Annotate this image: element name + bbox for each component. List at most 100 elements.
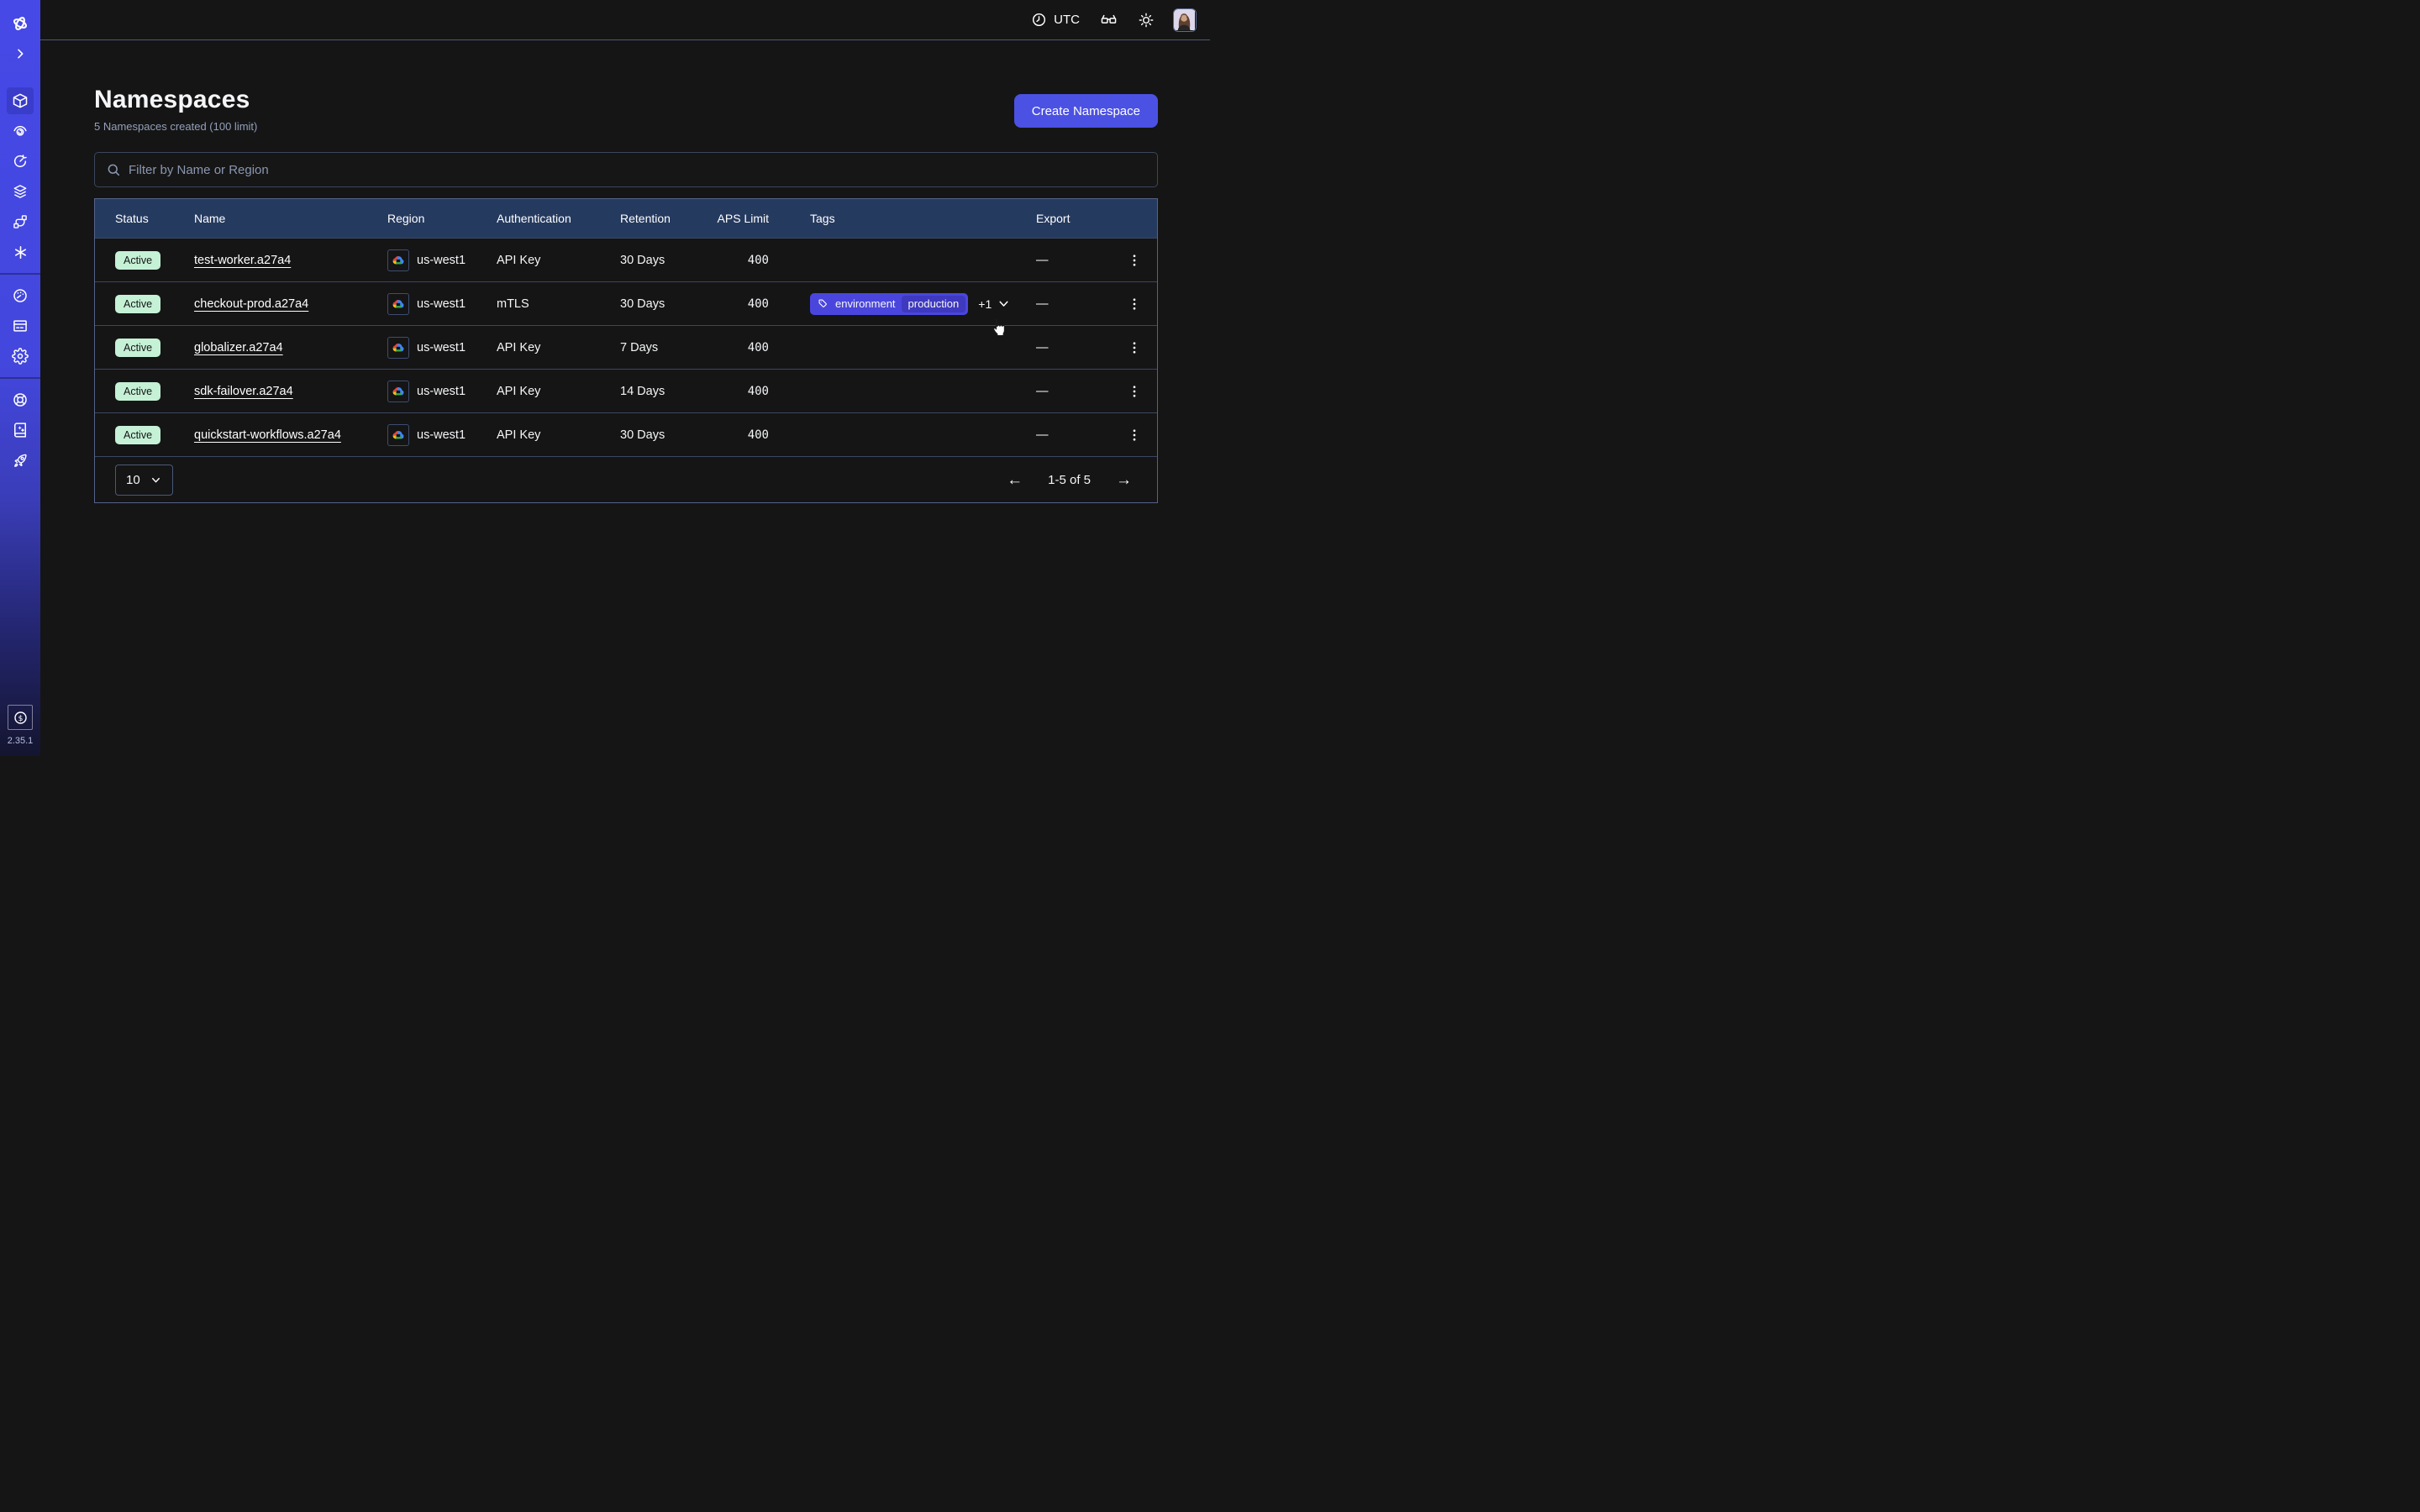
export-value: — [1036, 254, 1121, 267]
sidebar-item-nexus[interactable] [0, 239, 40, 265]
tag-icon [818, 298, 829, 310]
main-content: Namespaces 5 Namespaces created (100 lim… [40, 40, 1210, 756]
sidebar-item-getting-started[interactable] [0, 447, 40, 474]
app-version: 2.35.1 [8, 736, 34, 746]
page-title: Namespaces [94, 86, 257, 114]
col-export: Export [1036, 212, 1121, 225]
credits-badge-icon[interactable]: $ [8, 705, 33, 730]
namespace-link[interactable]: quickstart-workflows.a27a4 [194, 428, 341, 442]
sidebar-divider [0, 377, 40, 379]
sidebar-item-namespaces[interactable] [0, 87, 40, 114]
timer-icon [12, 153, 29, 170]
auth-label: API Key [497, 428, 620, 442]
col-retention: Retention [620, 212, 716, 225]
page-size-select[interactable]: 10 [115, 465, 173, 496]
region-label: us-west1 [417, 341, 466, 354]
row-menu-kebab-icon[interactable] [1123, 292, 1146, 316]
pager: ← 1-5 of 5 → [1007, 472, 1132, 488]
export-value: — [1036, 341, 1121, 354]
sidebar-item-support[interactable] [0, 386, 40, 413]
namespace-link[interactable]: globalizer.a27a4 [194, 341, 283, 354]
labs-toggle[interactable] [1100, 11, 1118, 29]
status-badge: Active [115, 295, 160, 313]
table-row: Active sdk-failover.a27a4 [95, 369, 1157, 412]
row-menu-kebab-icon[interactable] [1123, 380, 1146, 403]
region-label: us-west1 [417, 254, 466, 267]
search-icon [106, 162, 121, 177]
namespace-link[interactable]: checkout-prod.a27a4 [194, 297, 308, 311]
sidebar-item-settings[interactable] [0, 343, 40, 370]
col-name: Name [194, 212, 387, 225]
tag-more-count: +1 [978, 297, 992, 311]
namespaces-table: Status Name Region Authentication Retent… [94, 198, 1158, 503]
gcp-cloud-icon [387, 337, 409, 359]
sidebar-expand-chevron-icon[interactable] [0, 40, 40, 67]
sidebar-item-deployments[interactable] [0, 208, 40, 235]
gcp-cloud-icon [387, 249, 409, 271]
col-region: Region [387, 212, 497, 225]
sidebar-item-usage[interactable] [0, 282, 40, 309]
gauge-icon [12, 287, 29, 304]
filter-input[interactable] [129, 163, 1146, 177]
tags-cell: environment production +1 [810, 293, 1036, 315]
namespace-link[interactable]: sdk-failover.a27a4 [194, 385, 293, 398]
aps-limit-value: 400 [716, 254, 810, 267]
filter-bar [94, 152, 1158, 187]
user-avatar[interactable] [1173, 8, 1197, 32]
sidebar-item-docs[interactable] [0, 417, 40, 444]
retention-label: 30 Days [620, 428, 716, 442]
aps-limit-value: 400 [716, 341, 810, 354]
namespaces-active-highlight [7, 87, 34, 114]
row-menu-kebab-icon[interactable] [1123, 423, 1146, 447]
auth-label: mTLS [497, 297, 620, 311]
rocket-icon [12, 452, 29, 469]
topbar: UTC [40, 0, 1210, 40]
create-namespace-button[interactable]: Create Namespace [1014, 94, 1158, 128]
aps-limit-value: 400 [716, 428, 810, 442]
temporal-logo-icon[interactable] [0, 10, 40, 37]
aps-limit-value: 400 [716, 297, 810, 311]
status-badge: Active [115, 251, 160, 270]
timezone-selector[interactable]: UTC [1031, 12, 1080, 28]
asterisk-icon [13, 244, 29, 260]
retention-label: 14 Days [620, 385, 716, 398]
gcp-cloud-icon [387, 381, 409, 402]
sidebar-item-billing[interactable] [0, 312, 40, 339]
page-range-label: 1-5 of 5 [1048, 473, 1091, 487]
table-row: Active test-worker.a27a4 [95, 238, 1157, 281]
namespace-link[interactable]: test-worker.a27a4 [194, 254, 291, 267]
export-value: — [1036, 297, 1121, 311]
timezone-label: UTC [1054, 13, 1080, 27]
export-value: — [1036, 428, 1121, 442]
region-label: us-west1 [417, 428, 466, 442]
export-value: — [1036, 385, 1121, 398]
sidebar-item-monitor[interactable] [0, 118, 40, 144]
branch-graph-icon [12, 213, 29, 230]
prev-page-arrow-icon[interactable]: ← [1007, 472, 1023, 488]
svg-text:$: $ [18, 714, 23, 722]
region-label: us-west1 [417, 385, 466, 398]
col-status: Status [95, 212, 194, 225]
tag-pill[interactable]: environment production [810, 293, 968, 315]
page-size-value: 10 [126, 473, 140, 487]
aps-limit-value: 400 [716, 385, 810, 398]
auth-label: API Key [497, 254, 620, 267]
lifebuoy-icon [12, 391, 29, 408]
sun-icon [1138, 12, 1155, 29]
clock-icon [1031, 12, 1047, 28]
sidebar: $ 2.35.1 [0, 0, 40, 756]
table-row: Active globalizer.a27a4 u [95, 325, 1157, 369]
next-page-arrow-icon[interactable]: → [1116, 472, 1132, 488]
row-menu-kebab-icon[interactable] [1123, 249, 1146, 272]
tag-expand-chevron-icon[interactable] [997, 297, 1011, 311]
theme-toggle[interactable] [1138, 12, 1155, 29]
sidebar-item-queues[interactable] [0, 178, 40, 205]
retention-label: 7 Days [620, 341, 716, 354]
status-badge: Active [115, 426, 160, 444]
layers-icon [12, 183, 29, 200]
auth-label: API Key [497, 385, 620, 398]
tag-key: environment [835, 297, 896, 310]
row-menu-kebab-icon[interactable] [1123, 336, 1146, 360]
sidebar-item-schedules[interactable] [0, 148, 40, 175]
gcp-cloud-icon [387, 293, 409, 315]
